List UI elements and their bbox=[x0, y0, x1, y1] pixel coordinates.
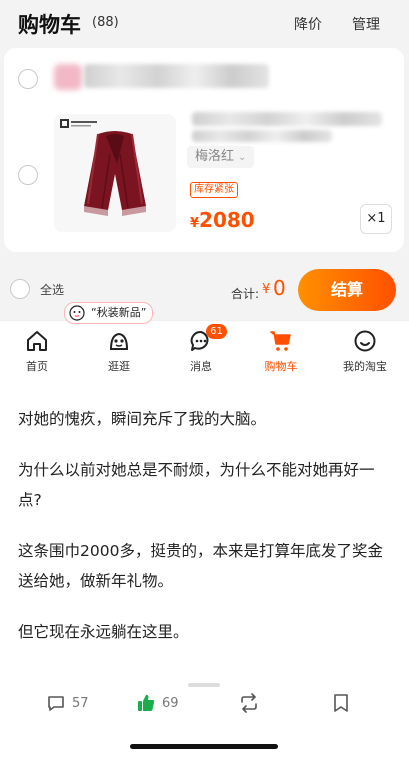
bookmark-icon bbox=[334, 694, 348, 712]
price-currency: ¥ bbox=[190, 216, 200, 231]
comment-button[interactable]: 57 bbox=[46, 688, 89, 718]
comment-icon bbox=[48, 696, 64, 711]
article-paragraph: 为什么以前对她总是不耐烦，为什么不能对她再好一点? bbox=[18, 461, 375, 509]
tab-cart-label: 购物车 bbox=[264, 360, 298, 373]
item-select-radio[interactable] bbox=[18, 165, 38, 185]
message-badge: 61 bbox=[206, 324, 227, 339]
article-paragraph: 对她的愧疚，瞬间充斥了我的大脑。 bbox=[18, 410, 267, 428]
price-drop-button[interactable]: 降价 bbox=[294, 14, 322, 34]
like-count: 69 bbox=[162, 695, 179, 711]
total-label: 合计: bbox=[231, 287, 260, 301]
quantity-stepper[interactable]: ×1 bbox=[360, 204, 392, 234]
repost-button[interactable] bbox=[238, 688, 260, 718]
home-indicator bbox=[130, 744, 278, 749]
product-title-blurred-2 bbox=[192, 130, 332, 142]
checkout-button[interactable]: 结算 bbox=[298, 269, 396, 311]
shop-select-radio[interactable] bbox=[18, 69, 38, 89]
promo-text: “秋装新品” bbox=[91, 306, 147, 319]
select-all-radio[interactable] bbox=[10, 279, 30, 299]
scroll-indicator bbox=[188, 683, 220, 687]
cart-icon bbox=[270, 331, 291, 351]
cart-title: 购物车 bbox=[18, 13, 81, 37]
variant-label: 梅洛红 bbox=[195, 149, 235, 164]
item-price: ¥2080 bbox=[190, 208, 255, 232]
select-all-label[interactable]: 全选 bbox=[40, 281, 64, 298]
price-value: 2080 bbox=[199, 208, 255, 232]
tab-cart[interactable]: 购物车 bbox=[246, 321, 316, 381]
profile-icon bbox=[354, 330, 376, 352]
scarf-image bbox=[84, 131, 146, 216]
tab-explore-label: 逛逛 bbox=[108, 360, 130, 373]
cart-item-card: 梅洛红 ⌄ 库存紧张 ¥2080 ×1 bbox=[4, 48, 404, 252]
shop-name-blurred bbox=[84, 64, 269, 88]
stock-tag: 库存紧张 bbox=[190, 182, 238, 198]
cart-count: (88) bbox=[92, 15, 119, 30]
checkout-bar: 全选 合计: ¥ 0 结算 bbox=[0, 262, 409, 318]
comment-count: 57 bbox=[72, 695, 89, 711]
cart-header: 购物车 (88) 降价 管理 bbox=[0, 0, 409, 44]
product-image[interactable] bbox=[54, 114, 176, 232]
manage-button[interactable]: 管理 bbox=[352, 14, 380, 34]
thumbs-up-icon bbox=[138, 694, 155, 711]
article-paragraph: 但它现在永远躺在这里。 bbox=[18, 623, 189, 641]
cart-screenshot: 购物车 (88) 降价 管理 梅洛红 ⌄ 库存紧张 ¥2080 ×1 全选 合计… bbox=[0, 0, 409, 381]
shop-logo-blurred bbox=[54, 64, 82, 90]
mascot-icon bbox=[69, 305, 85, 321]
chevron-down-icon: ⌄ bbox=[238, 152, 247, 163]
article-paragraph: 这条围巾2000多，挺贵的，本来是打算年底发了奖金送给她，做新年礼物。 bbox=[18, 542, 383, 590]
bottom-tab-bar: 首页 逛逛 61 消息 购物车 我的淘宝 bbox=[0, 320, 409, 381]
total-value: 0 bbox=[273, 276, 286, 300]
variant-selector[interactable]: 梅洛红 ⌄ bbox=[187, 146, 255, 168]
tab-profile-label: 我的淘宝 bbox=[343, 360, 387, 373]
product-title-blurred bbox=[192, 112, 382, 126]
tab-profile[interactable]: 我的淘宝 bbox=[330, 321, 400, 381]
tab-explore[interactable]: 逛逛 bbox=[84, 321, 154, 381]
home-icon bbox=[27, 331, 47, 351]
tab-messages-label: 消息 bbox=[190, 360, 212, 373]
post-action-bar: 57 69 bbox=[0, 688, 409, 718]
article-body: 对她的愧疚，瞬间充斥了我的大脑。 为什么以前对她总是不耐烦，为什么不能对她再好一… bbox=[18, 404, 396, 668]
promo-bubble[interactable]: “秋装新品” bbox=[64, 302, 154, 324]
tab-home-label: 首页 bbox=[26, 360, 48, 373]
repost-icon bbox=[241, 693, 257, 713]
tab-messages[interactable]: 61 消息 bbox=[166, 321, 236, 381]
tab-home[interactable]: 首页 bbox=[2, 321, 72, 381]
total-currency: ¥ bbox=[262, 282, 271, 297]
like-button[interactable]: 69 bbox=[136, 688, 179, 718]
explore-icon bbox=[109, 332, 129, 350]
bookmark-button[interactable] bbox=[332, 688, 350, 718]
